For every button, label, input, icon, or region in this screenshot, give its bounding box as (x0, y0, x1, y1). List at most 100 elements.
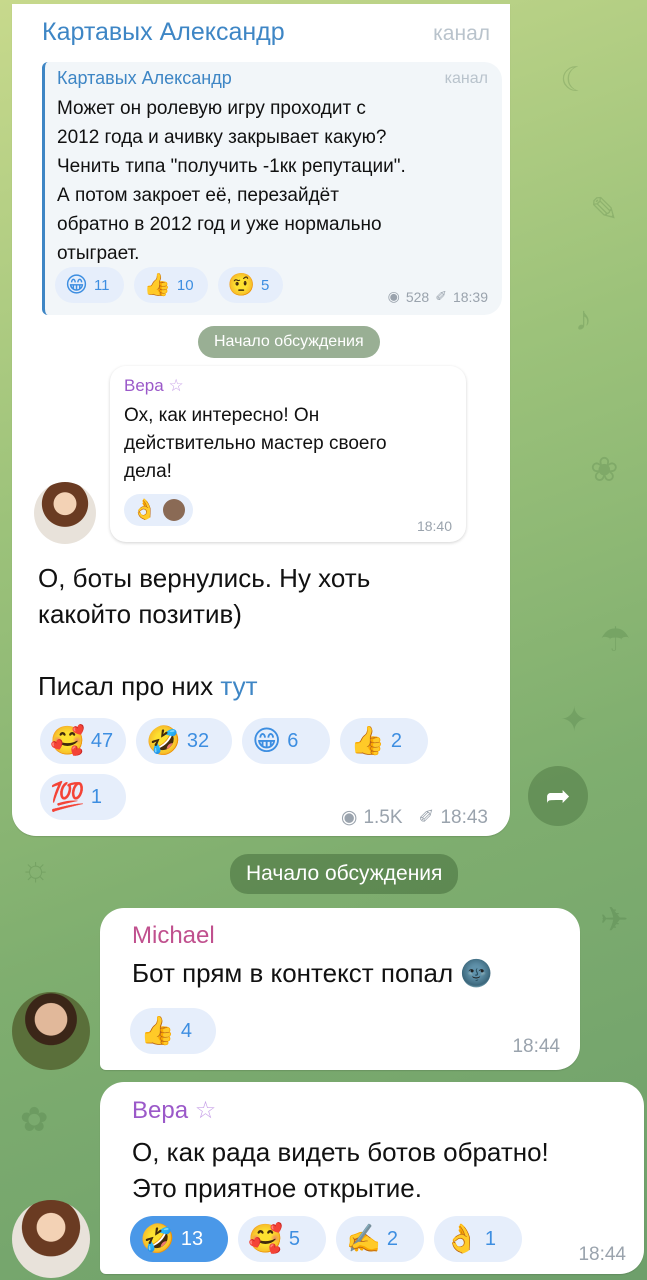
reaction-ok-hand[interactable]: 👌 (124, 494, 193, 526)
reaction-count: 11 (93, 276, 110, 294)
discussion-start-label: Начало обсуждения (230, 854, 459, 894)
vera-reply-author: Вера ☆ (124, 376, 184, 396)
reaction-grin[interactable]: 😁 11 (55, 267, 124, 303)
quoted-time: 18:39 (452, 288, 488, 305)
vera-text: О, как рада видеть ботов обратно! Это пр… (132, 1134, 549, 1206)
reaction-rofl[interactable]: 🤣 13 (130, 1216, 228, 1262)
post-text: Писал про них (38, 671, 214, 701)
ok-hand-icon: 👌 (132, 499, 157, 521)
reaction-count: 1 (90, 785, 102, 808)
star-icon: ☆ (168, 376, 184, 395)
quoted-line: обратно в 2012 год и уже нормально (57, 214, 382, 235)
reaction-count: 6 (287, 729, 299, 752)
channel-tag: канал (433, 22, 490, 45)
message-text: Бот прям в контекст попал (132, 958, 454, 988)
reaction-count: 10 (176, 276, 194, 294)
rofl-icon: 🤣 (140, 1223, 175, 1254)
avatar-vera[interactable] (12, 1200, 90, 1278)
share-arrow-icon[interactable]: ➦ (528, 766, 588, 826)
reaction-count: 4 (180, 1019, 192, 1042)
reaction-smiling-hearts[interactable]: 🥰 5 (238, 1216, 326, 1262)
grin-icon: 😁 (252, 725, 282, 756)
reaction-count: 47 (90, 729, 114, 752)
quoted-reactions: 😁 11 👍 10 🤨 5 (55, 267, 284, 303)
vera-message-bubble[interactable]: Вера ☆ О, как рада видеть ботов обратно!… (100, 1082, 644, 1274)
michael-author[interactable]: Michael (132, 922, 215, 950)
message-line: О, как рада видеть ботов обратно! (132, 1137, 549, 1167)
michael-text: Бот прям в контекст попал 🌚 (132, 958, 493, 989)
post-line-link: Писал про них тут (38, 668, 370, 704)
discussion-label-text: Начало обсуждения (246, 862, 443, 885)
michael-message-bubble[interactable]: Michael Бот прям в контекст попал 🌚 👍 4 … (100, 908, 580, 1070)
channel-post-text: О, боты вернулись. Ну хоть какойто позит… (38, 560, 370, 704)
smiling-hearts-icon: 🥰 (50, 725, 85, 756)
reply-line: действительно мастер своего (124, 433, 387, 454)
reaction-raised-eyebrow[interactable]: 🤨 5 (217, 267, 284, 303)
quoted-line: А потом закроет её, перезайдёт (57, 185, 339, 206)
michael-time: 18:44 (512, 1036, 560, 1057)
reaction-thumbs-up[interactable]: 👍 2 (340, 718, 428, 764)
smiling-hearts-icon: 🥰 (248, 1223, 283, 1254)
quoted-line: 2012 года и ачивку закрывает какую? (57, 127, 387, 148)
reaction-count: 2 (386, 1227, 398, 1250)
channel-post-reactions: 🥰 47 🤣 32 😁 6 👍 2 💯 1 (40, 718, 500, 820)
quoted-line: отыграет. (57, 243, 140, 264)
reaction-count: 13 (180, 1227, 204, 1250)
eye-icon: ◉ (387, 288, 400, 304)
post-link[interactable]: тут (220, 671, 257, 701)
reactor-avatar (162, 499, 185, 521)
quoted-meta: ◉ 528 ✐ 18:39 (388, 288, 488, 305)
discussion-start-label-small: Начало обсуждения (198, 326, 380, 358)
avatar-michael[interactable] (12, 992, 90, 1070)
hundred-icon: 💯 (50, 781, 85, 812)
vera-reply-bubble[interactable]: Вера ☆ Ох, как интересно! Он действитель… (110, 366, 466, 542)
avatar-vera-small[interactable] (34, 482, 96, 544)
quoted-line: Ченить типа "получить -1кк репутации". (57, 156, 406, 177)
reaction-hundred[interactable]: 💯 1 (40, 774, 126, 820)
vera-reactions: 🤣 13 🥰 5 ✍️ 2 👌 1 (130, 1216, 522, 1262)
reaction-thumbs-up[interactable]: 👍 10 (133, 267, 208, 303)
post-line: О, боты вернулись. Ну хоть (38, 563, 371, 593)
discussion-label-text: Начало обсуждения (214, 333, 364, 350)
post-views: 1.5K (363, 806, 403, 828)
quoted-line: Может он ролевую игру проходит с (57, 98, 366, 119)
author-name: Вера (124, 376, 164, 395)
rofl-icon: 🤣 (146, 725, 181, 756)
reaction-count: 5 (261, 276, 270, 294)
reaction-grin[interactable]: 😁 6 (242, 718, 330, 764)
channel-post-meta: ◉ 1.5K ✐ 18:43 (341, 806, 488, 829)
reaction-rofl[interactable]: 🤣 32 (136, 718, 232, 764)
pin-icon: ✐ (418, 807, 435, 828)
ok-hand-icon: 👌 (444, 1223, 479, 1254)
reply-line: дела! (124, 461, 172, 482)
writing-hand-icon: ✍️ (346, 1223, 381, 1254)
message-line: Это приятное открытие. (132, 1173, 422, 1203)
reaction-count: 5 (288, 1227, 300, 1250)
new-moon-face-icon: 🌚 (460, 958, 493, 988)
channel-author[interactable]: Картавых Александр (42, 18, 285, 47)
reaction-thumbs-up[interactable]: 👍 4 (130, 1008, 216, 1054)
quoted-message[interactable]: Картавых Александр канал Может он ролеву… (42, 62, 502, 315)
reaction-count: 32 (186, 729, 210, 752)
reply-time: 18:40 (416, 518, 452, 534)
quoted-views: 528 (405, 288, 430, 305)
reaction-smiling-hearts[interactable]: 🥰 47 (40, 718, 126, 764)
vera-author[interactable]: Вера ☆ (132, 1096, 216, 1125)
star-icon: ☆ (194, 1097, 217, 1124)
eye-icon: ◉ (340, 807, 358, 828)
reaction-writing-hand[interactable]: ✍️ 2 (336, 1216, 424, 1262)
quoted-text: Может он ролевую игру проходит с 2012 го… (57, 94, 497, 268)
post-line: какойто позитив) (38, 599, 242, 629)
vera-reply-text: Ох, как интересно! Он действительно маст… (124, 402, 387, 486)
post-time: 18:43 (440, 806, 488, 828)
pin-icon: ✐ (435, 288, 447, 304)
raised-eyebrow-icon: 🤨 (227, 272, 256, 297)
thumbs-up-icon: 👍 (350, 725, 385, 756)
vera-time: 18:44 (578, 1244, 626, 1265)
reaction-ok-hand[interactable]: 👌 1 (434, 1216, 522, 1262)
reaction-count: 2 (390, 729, 402, 752)
reaction-count: 1 (484, 1227, 496, 1250)
channel-post-bubble[interactable]: Картавых Александр канал Картавых Алекса… (12, 4, 510, 836)
grin-icon: 😁 (65, 272, 88, 297)
author-name: Вера (132, 1097, 189, 1124)
